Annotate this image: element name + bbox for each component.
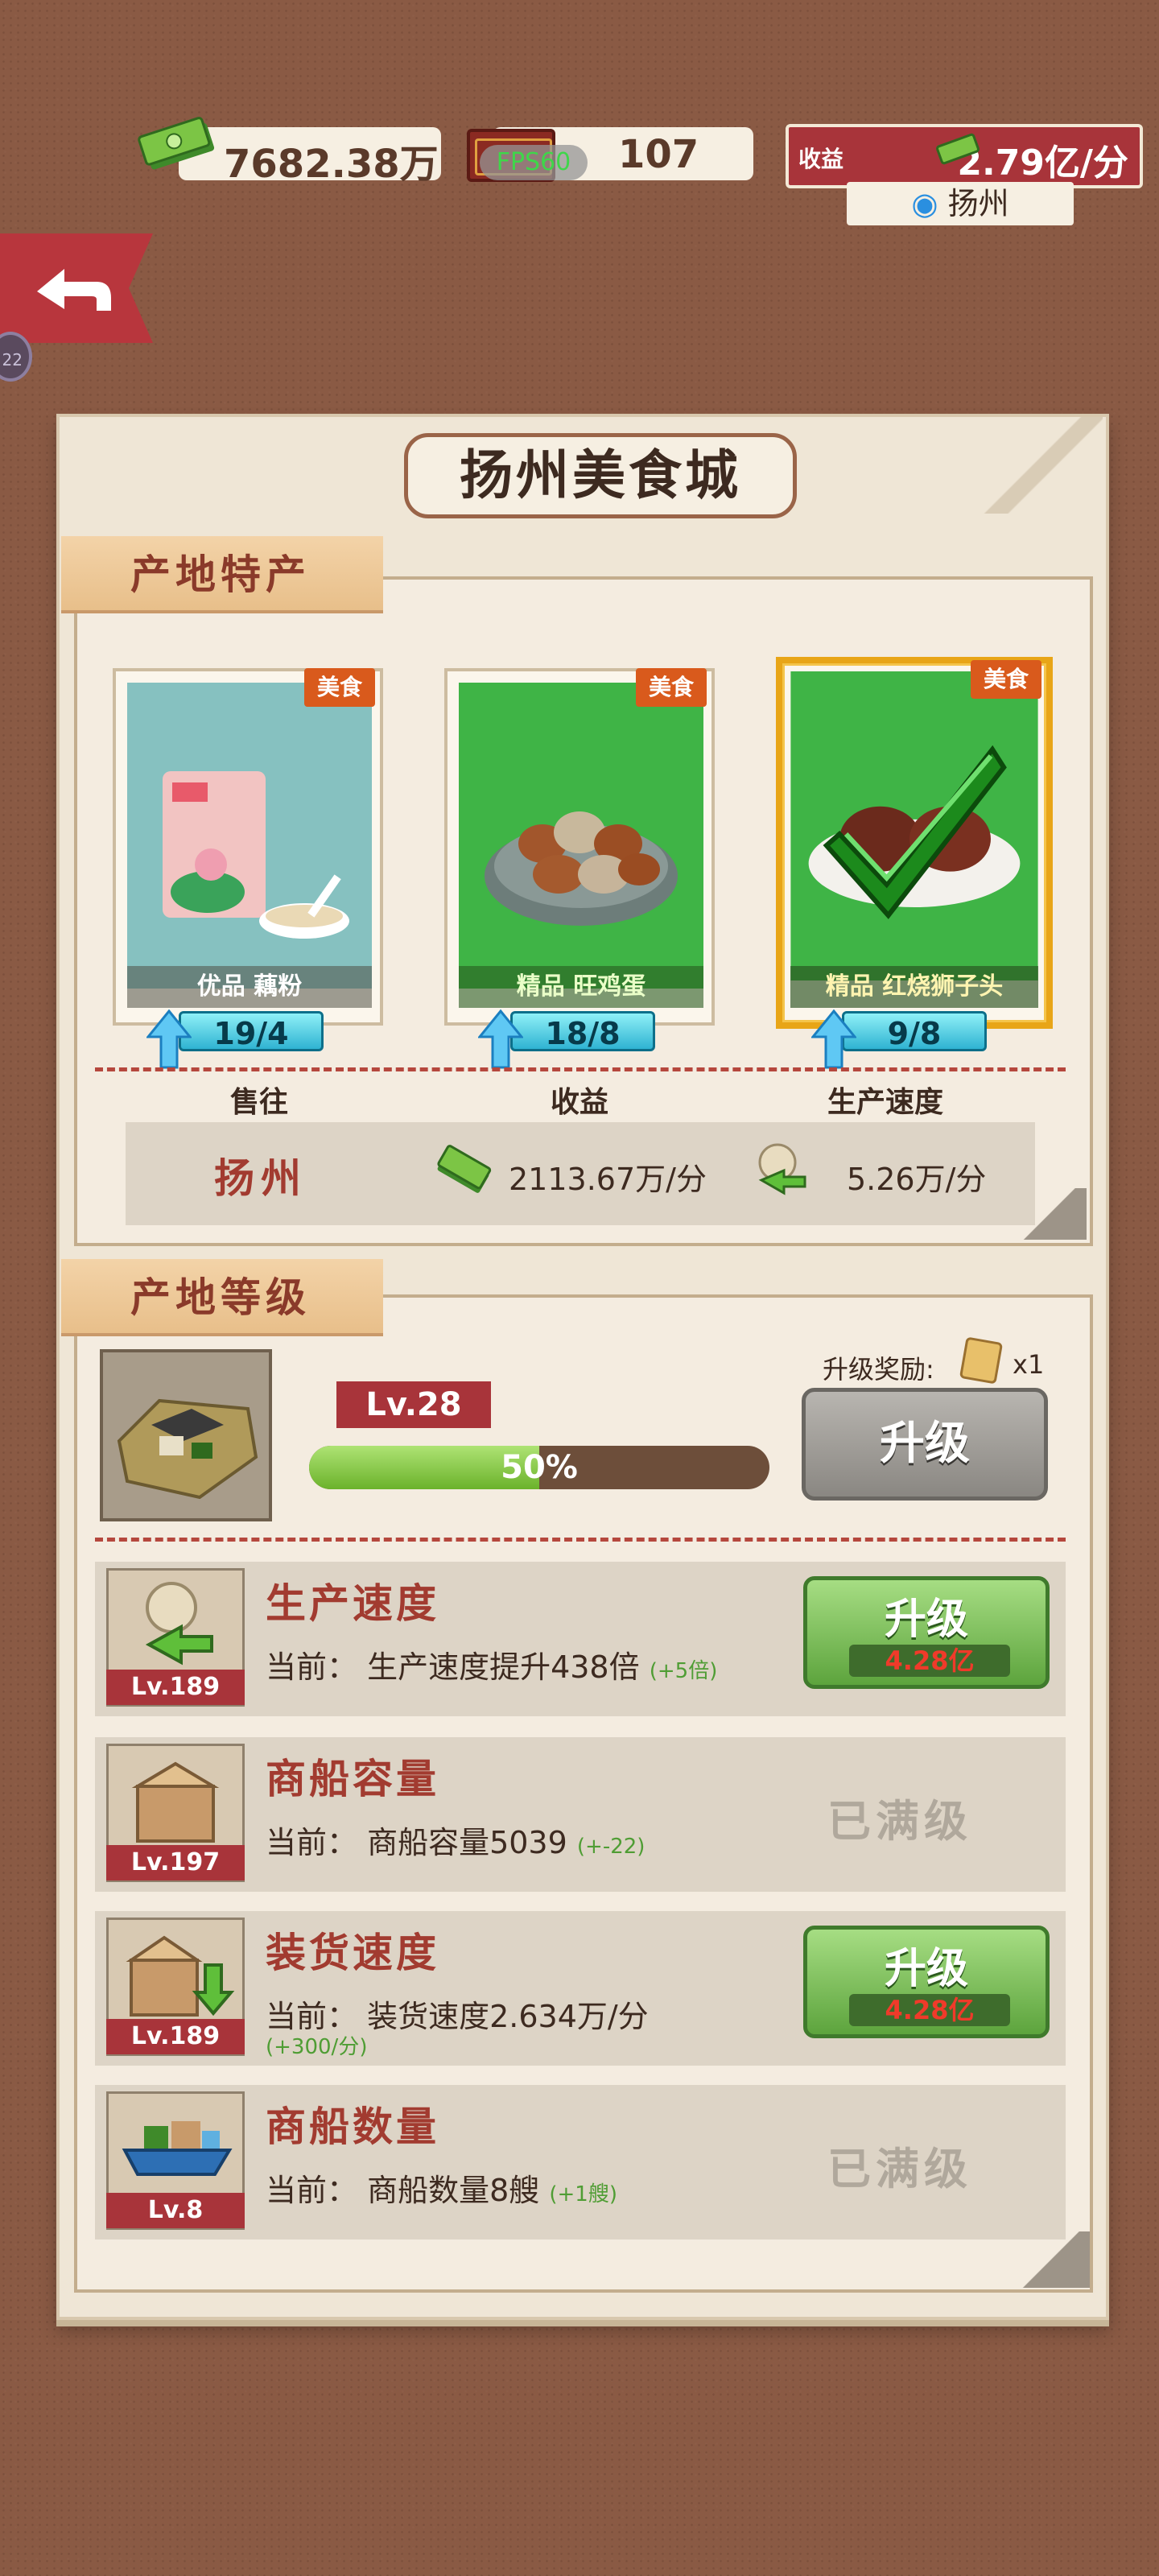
lion-head-image <box>790 671 1038 980</box>
cash-icon <box>437 1145 492 1193</box>
panel-corner-decor <box>982 417 1103 514</box>
upgrade-title: 生产速度 <box>266 1580 439 1627</box>
reward-label: 升级奖励: <box>823 1354 934 1385</box>
back-button[interactable] <box>0 233 153 343</box>
upgrade-row-production-speed: Lv.189 生产速度 当前： 生产速度提升438倍 (+5倍) 升级 4.28… <box>95 1562 1066 1716</box>
upgrade-level: Lv.8 <box>106 2193 245 2228</box>
fps-text: FPS60 <box>496 148 571 176</box>
upgrade-button-label: 升级 <box>884 1596 968 1644</box>
level-section-label: 产地等级 <box>61 1259 383 1336</box>
specialty-card-lion-head[interactable]: 美食 精品 红烧狮子头 <box>776 657 1053 1029</box>
upgrade-level: Lv.197 <box>106 1845 245 1880</box>
category-tag: 美食 <box>971 660 1041 699</box>
cash-icon <box>936 133 980 165</box>
speed-rate: 5.26万/分 <box>847 1162 987 1197</box>
location-name: 扬州 <box>947 186 1009 221</box>
panel-corner-decor <box>1011 2231 1090 2288</box>
column-speed: 生产速度 <box>827 1086 943 1119</box>
card-count: 18/8 <box>510 1011 655 1051</box>
upgrade-cost: 4.28亿 <box>849 1994 1010 2026</box>
region-thumbnail <box>100 1349 272 1521</box>
sell-city: 扬州 <box>214 1155 307 1202</box>
cash-stack-icon <box>138 117 215 170</box>
page-title: 扬州美食城 <box>404 433 797 518</box>
reward-count: x1 <box>1013 1349 1045 1380</box>
upgrade-title: 商船容量 <box>266 1756 439 1802</box>
maxed-label: 已满级 <box>827 2144 972 2194</box>
income-value: 2.79亿/分 <box>957 142 1128 184</box>
section-corner-decor <box>1011 1188 1087 1240</box>
upgrade-bonus: (+300/分) <box>266 2035 368 2059</box>
money-value: 7682.38万 <box>224 142 439 187</box>
reward-ticket-icon <box>959 1336 1004 1385</box>
specialty-card-eggs[interactable]: 美食 精品 旺鸡蛋 <box>444 668 715 1026</box>
upgrade-desc: 当前： 装货速度2.634万/分 <box>266 1999 649 2034</box>
upgrade-desc: 当前： 商船容量5039 (+-22) <box>266 1825 645 1860</box>
fps-counter: FPS60 <box>480 145 588 180</box>
upgrade-title: 商船数量 <box>266 2103 439 2150</box>
region-upgrade-button[interactable]: 升级 <box>802 1388 1048 1501</box>
specialty-info-bar: 扬州 2113.67万/分 5.26万/分 <box>126 1122 1035 1225</box>
specialty-card-lotus-powder[interactable]: 美食 优品 藕粉 <box>113 668 383 1026</box>
upgrade-arrow-icon[interactable] <box>146 1009 192 1069</box>
card-count: 19/4 <box>179 1011 324 1051</box>
upgrade-level: Lv.189 <box>106 2019 245 2054</box>
upgrade-row-loading-speed: Lv.189 装货速度 当前： 装货速度2.634万/分 (+300/分) 升级… <box>95 1911 1066 2066</box>
upgrade-level: Lv.189 <box>106 1670 245 1705</box>
column-income: 收益 <box>550 1086 608 1119</box>
upgrade-row-ship-capacity: Lv.197 商船容量 当前： 商船容量5039 (+-22) 已满级 <box>95 1737 1066 1892</box>
income-rate: 2113.67万/分 <box>509 1162 707 1197</box>
upgrade-button[interactable]: 升级 4.28亿 <box>803 1576 1050 1689</box>
upgrade-desc: 当前： 生产速度提升438倍 (+5倍) <box>266 1649 718 1685</box>
divider <box>95 1538 1066 1542</box>
specialty-section-label: 产地特产 <box>61 536 383 613</box>
upgrade-arrow-icon[interactable] <box>478 1009 523 1069</box>
upgrade-desc: 当前： 商船数量8艘 (+1艘) <box>266 2173 617 2208</box>
category-tag: 美食 <box>636 668 707 707</box>
upgrade-button-label: 升级 <box>884 1945 968 1993</box>
location-pin-icon: ◉ <box>911 186 938 221</box>
level-progress-text: 50% <box>501 1449 578 1486</box>
card-count: 9/8 <box>842 1011 987 1051</box>
card-name: 优品 藕粉 <box>127 966 372 1008</box>
production-speed-icon <box>758 1143 806 1195</box>
upgrade-row-ship-count: Lv.8 商船数量 当前： 商船数量8艘 (+1艘) 已满级 <box>95 2085 1066 2240</box>
category-tag: 美食 <box>304 668 375 707</box>
card-name: 精品 旺鸡蛋 <box>459 966 703 1008</box>
upgrade-cost: 4.28亿 <box>849 1645 1010 1677</box>
ticket-count: 107 <box>618 132 699 177</box>
level-progress-bar: 50% <box>309 1446 769 1489</box>
maxed-label: 已满级 <box>827 1796 972 1847</box>
upgrade-title: 装货速度 <box>266 1930 439 1976</box>
upgrade-button[interactable]: 升级 4.28亿 <box>803 1926 1050 2038</box>
eggs-image <box>459 683 703 989</box>
town-icon <box>117 1398 258 1500</box>
card-name: 精品 红烧狮子头 <box>790 966 1038 1008</box>
column-sell-to: 售往 <box>229 1086 288 1119</box>
upgrade-arrow-icon[interactable] <box>811 1009 856 1069</box>
lotus-powder-image <box>127 683 372 989</box>
divider <box>95 1067 1066 1071</box>
location-button[interactable]: ◉ 扬州 <box>847 182 1074 225</box>
income-label: 收益 <box>798 146 844 172</box>
region-level-badge: Lv.28 <box>336 1381 491 1428</box>
